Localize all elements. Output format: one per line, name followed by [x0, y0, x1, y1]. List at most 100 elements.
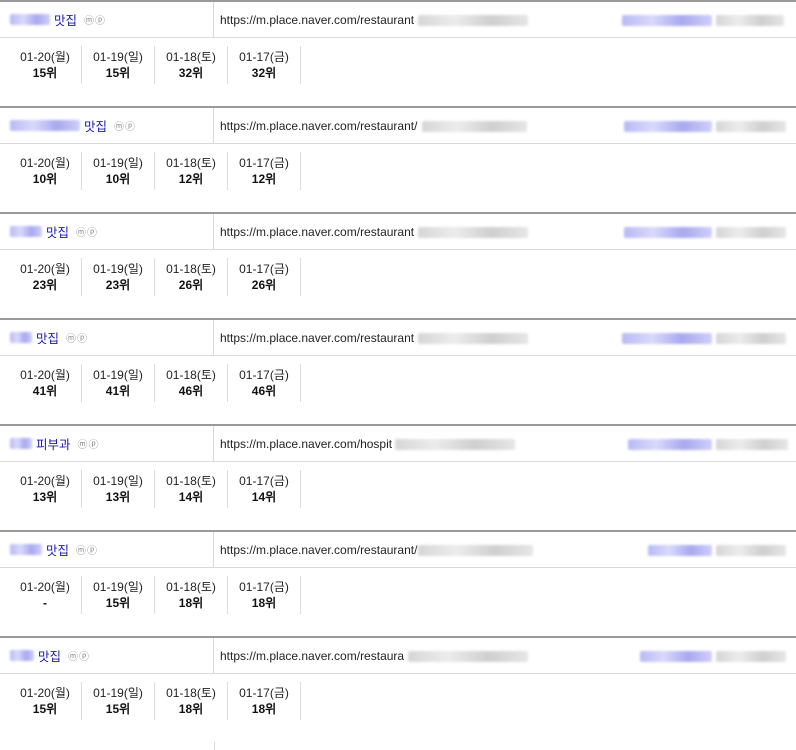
- daily-rank-cell: 01-19(일) 41위: [82, 364, 155, 402]
- rank-value: 12위: [178, 172, 204, 186]
- rank-date: 01-20(월): [20, 686, 70, 700]
- row-header: 피부과 ⓜⓟ https://m.place.naver.com/hospit: [0, 426, 796, 462]
- rank-date: 01-17(금): [239, 262, 289, 276]
- rank-value: 12위: [251, 172, 277, 186]
- redacted-place-name: [716, 15, 784, 26]
- rank-value: 10위: [32, 172, 58, 186]
- keyword-link[interactable]: 피부과: [36, 434, 71, 453]
- daily-rank-cell: 01-18(토) 32위: [155, 46, 228, 84]
- daily-rank-cell: 01-17(금) 14위: [228, 470, 301, 508]
- daily-rank-list: 01-20(월) 15위 01-19(일) 15위 01-18(토) 18위 01-17(금…: [9, 682, 301, 720]
- keyword-link[interactable]: 맛집: [54, 10, 77, 29]
- daily-rank-cell: 01-20(월) -: [9, 576, 82, 614]
- place-url-link[interactable]: https://m.place.naver.com/restaurant: [220, 13, 414, 27]
- mobile-pc-icons[interactable]: ⓜⓟ: [78, 436, 100, 451]
- mobile-pc-icons[interactable]: ⓜⓟ: [76, 542, 98, 557]
- row-header: 맛집 ⓜⓟ https://m.place.naver.com/restaurant: [0, 2, 796, 38]
- redacted-url-id: [422, 121, 527, 132]
- keyword-cell: 맛집 ⓜⓟ: [0, 532, 214, 567]
- daily-rank-list: 01-20(월) 23위 01-19(일) 23위 01-18(토) 26위 01-17(금…: [9, 258, 301, 296]
- redacted-place-name: [716, 545, 786, 556]
- place-url-link[interactable]: https://m.place.naver.com/restaurant/: [220, 119, 417, 133]
- redacted-place-name: [716, 333, 786, 344]
- keyword-cell: 맛집 ⓜⓟ: [0, 214, 214, 249]
- daily-rank-list: 01-20(월) - 01-19(일) 15위 01-18(토) 18위 01-17(금) 1…: [9, 576, 301, 614]
- mobile-pc-icons[interactable]: ⓜⓟ: [76, 224, 98, 239]
- rank-date: 01-18(토): [166, 262, 216, 276]
- redacted-region-name: [10, 650, 34, 661]
- redacted-url-id: [418, 333, 528, 344]
- row-header: 맛집 ⓜⓟ https://m.place.naver.com/restaurant: [0, 214, 796, 250]
- redacted-url-id: [418, 545, 533, 556]
- daily-rank-cell: 01-19(일) 10위: [82, 152, 155, 190]
- redacted-place-name: [622, 15, 712, 26]
- redacted-region-name: [10, 14, 50, 25]
- redacted-place-name: [716, 651, 786, 662]
- mobile-pc-icons[interactable]: ⓜⓟ: [66, 330, 88, 345]
- mobile-pc-icons[interactable]: ⓜⓟ: [84, 12, 106, 27]
- rank-date: 01-17(금): [239, 368, 289, 382]
- daily-rank-cell: 01-20(월) 10위: [9, 152, 82, 190]
- rank-value: 15위: [32, 66, 58, 80]
- keyword-link[interactable]: 맛집: [84, 116, 107, 135]
- rank-row: 피부과 ⓜⓟ https://m.place.naver.com/hospit 01-…: [0, 424, 796, 530]
- rank-date: 01-19(일): [93, 156, 143, 170]
- daily-rank-cell: 01-20(월) 15위: [9, 682, 82, 720]
- daily-rank-cell: 01-20(월) 41위: [9, 364, 82, 402]
- rank-date: 01-20(월): [20, 50, 70, 64]
- rank-row: 맛집 ⓜⓟ https://m.place.naver.com/restaurant…: [0, 530, 796, 636]
- redacted-url-id: [418, 227, 528, 238]
- rank-value: 23위: [105, 278, 131, 292]
- rank-row: 맛집 ⓜⓟ https://m.place.naver.com/restaurant…: [0, 318, 796, 424]
- mobile-pc-icons[interactable]: ⓜⓟ: [114, 118, 136, 133]
- daily-rank-list: 01-20(월) 15위 01-19(일) 15위 01-18(토) 32위 01-17(금…: [9, 46, 301, 84]
- redacted-place-name: [628, 439, 712, 450]
- keyword-cell: 맛집 ⓜⓟ: [0, 108, 214, 143]
- rank-date: 01-18(토): [166, 156, 216, 170]
- place-url-link[interactable]: https://m.place.naver.com/restaurant/: [220, 543, 417, 557]
- redacted-place-name: [624, 227, 712, 238]
- rank-date: 01-18(토): [166, 368, 216, 382]
- keyword-cell: 피부과 ⓜⓟ: [0, 426, 214, 461]
- rank-value: 15위: [105, 66, 131, 80]
- daily-rank-cell: 01-20(월) 15위: [9, 46, 82, 84]
- daily-rank-list: 01-20(월) 13위 01-19(일) 13위 01-18(토) 14위 01-17(금…: [9, 470, 301, 508]
- place-url-link[interactable]: https://m.place.naver.com/restaurant: [220, 331, 414, 345]
- rank-value: 18위: [178, 596, 204, 610]
- redacted-place-name: [622, 333, 712, 344]
- mobile-pc-icons[interactable]: ⓜⓟ: [68, 648, 90, 663]
- rank-value: 13위: [105, 490, 131, 504]
- keyword-link[interactable]: 맛집: [46, 540, 69, 559]
- rank-date: 01-17(금): [239, 474, 289, 488]
- rank-date: 01-17(금): [239, 50, 289, 64]
- rank-date: 01-17(금): [239, 580, 289, 594]
- keyword-link[interactable]: 맛집: [46, 222, 69, 241]
- place-url-link[interactable]: https://m.place.naver.com/restaurant: [220, 225, 414, 239]
- rank-row: 맛집 ⓜⓟ https://m.place.naver.com/restaurant…: [0, 212, 796, 318]
- rank-date: 01-20(월): [20, 474, 70, 488]
- daily-rank-cell: 01-18(토) 18위: [155, 576, 228, 614]
- rank-date: 01-19(일): [93, 580, 143, 594]
- daily-rank-cell: 01-18(토) 46위: [155, 364, 228, 402]
- rank-value: 23위: [32, 278, 58, 292]
- keyword-cell: 맛집 ⓜⓟ: [0, 320, 214, 355]
- rank-value: 18위: [178, 702, 204, 716]
- column-divider: [214, 742, 215, 750]
- keyword-cell: 맛집 ⓜⓟ: [0, 638, 214, 673]
- rank-date: 01-19(일): [93, 474, 143, 488]
- rank-value: -: [43, 596, 47, 610]
- keyword-link[interactable]: 맛집: [38, 646, 61, 665]
- rank-value: 32위: [251, 66, 277, 80]
- rank-value: 15위: [32, 702, 58, 716]
- row-header: 맛집 ⓜⓟ https://m.place.naver.com/restaurant: [0, 320, 796, 356]
- redacted-url-id: [418, 15, 528, 26]
- redacted-place-name: [716, 439, 788, 450]
- place-url-link[interactable]: https://m.place.naver.com/hospit: [220, 437, 392, 451]
- redacted-place-name: [648, 545, 712, 556]
- row-header: 맛집 ⓜⓟ https://m.place.naver.com/restaurant…: [0, 532, 796, 568]
- rank-value: 46위: [178, 384, 204, 398]
- place-url-link[interactable]: https://m.place.naver.com/restaura: [220, 649, 404, 663]
- redacted-place-name: [640, 651, 712, 662]
- rank-date: 01-18(토): [166, 686, 216, 700]
- keyword-link[interactable]: 맛집: [36, 328, 59, 347]
